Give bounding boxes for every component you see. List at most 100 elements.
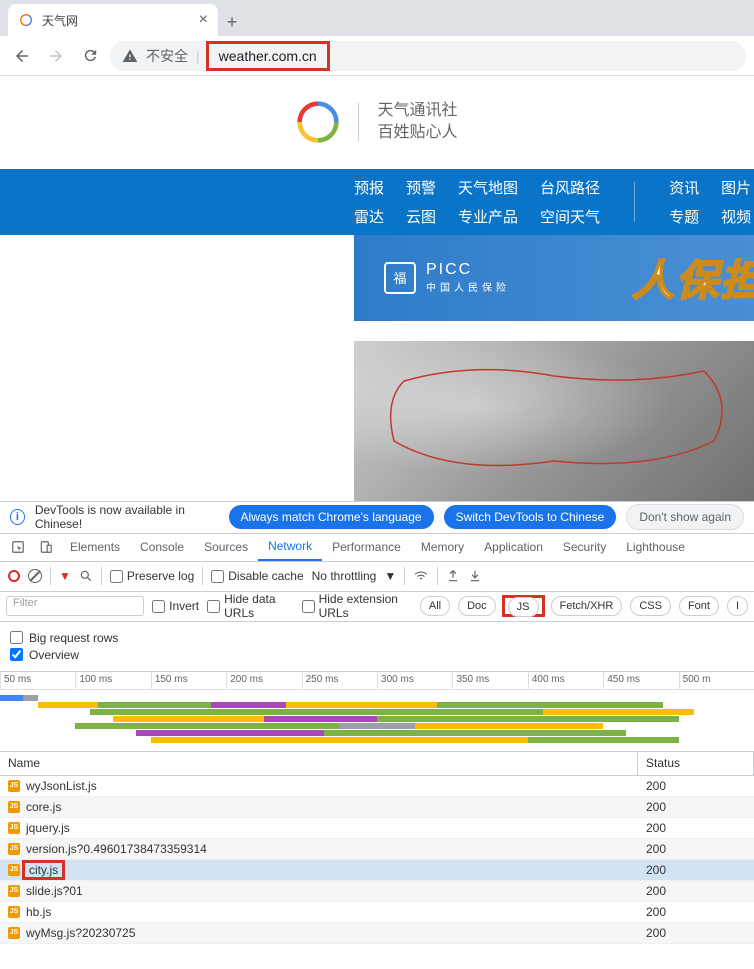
hide-data-urls-checkbox[interactable]: Hide data URLs <box>207 592 293 620</box>
reload-button[interactable] <box>76 42 104 70</box>
nav-link[interactable]: 空间天气 <box>540 206 600 227</box>
inspect-icon[interactable] <box>4 533 32 561</box>
banner-message: DevTools is now available in Chinese! <box>35 503 219 531</box>
hide-ext-urls-checkbox[interactable]: Hide extension URLs <box>302 592 412 620</box>
tab-bar: 天气网 × + <box>0 0 754 36</box>
timeline-tick: 200 ms <box>226 672 301 689</box>
switch-language-button[interactable]: Switch DevTools to Chinese <box>444 505 617 529</box>
table-row[interactable]: JSversion.js?0.49601738473359314200 <box>0 839 754 860</box>
table-row[interactable]: JSjquery.js200 <box>0 818 754 839</box>
col-name[interactable]: Name <box>0 752 638 775</box>
devtools-info-banner: i DevTools is now available in Chinese! … <box>0 502 754 534</box>
nav-link[interactable]: 预警 <box>406 177 436 198</box>
forward-button[interactable] <box>42 42 70 70</box>
download-icon[interactable] <box>468 569 482 583</box>
table-row[interactable]: JShb.js200 <box>0 902 754 923</box>
always-match-button[interactable]: Always match Chrome's language <box>229 505 434 529</box>
search-icon[interactable] <box>79 569 93 583</box>
tagline-1: 天气通讯社 <box>377 100 457 122</box>
nav-link[interactable]: 雷达 <box>354 206 384 227</box>
filter-input[interactable]: Filter <box>6 596 144 616</box>
logo-tagline: 天气通讯社 百姓贴心人 <box>377 100 457 145</box>
tab-network[interactable]: Network <box>258 533 322 561</box>
clear-button[interactable] <box>28 569 42 583</box>
network-options: Big request rows Overview <box>0 622 754 672</box>
table-row[interactable]: JSwyMsg.js?20230725200 <box>0 923 754 944</box>
record-button[interactable] <box>8 570 20 582</box>
nav-link[interactable]: 云图 <box>406 206 436 227</box>
status-code: 200 <box>638 800 666 814</box>
nav-link[interactable]: 视频 <box>721 206 751 227</box>
js-file-icon: JS <box>8 927 20 939</box>
table-row[interactable]: JScity.js200 <box>0 860 754 881</box>
filter-icon[interactable]: ▼ <box>59 569 71 583</box>
tagline-2: 百姓贴心人 <box>377 122 457 144</box>
filter-css[interactable]: CSS <box>630 596 671 616</box>
new-tab-button[interactable]: + <box>218 8 246 36</box>
browser-toolbar: 不安全 | weather.com.cn <box>0 36 754 76</box>
js-file-icon: JS <box>8 822 20 834</box>
back-button[interactable] <box>8 42 36 70</box>
preserve-log-checkbox[interactable]: Preserve log <box>110 569 194 583</box>
upload-icon[interactable] <box>446 569 460 583</box>
file-name: hb.js <box>26 905 51 919</box>
chevron-down-icon[interactable]: ▼ <box>384 569 396 583</box>
network-timeline[interactable]: 50 ms100 ms150 ms200 ms250 ms300 ms350 m… <box>0 672 754 752</box>
big-rows-checkbox[interactable]: Big request rows <box>10 631 744 645</box>
timeline-tick: 50 ms <box>0 672 75 689</box>
filter-font[interactable]: Font <box>679 596 719 616</box>
file-name: version.js?0.49601738473359314 <box>26 842 207 856</box>
nav-link[interactable]: 图片 <box>721 177 751 198</box>
invert-checkbox[interactable]: Invert <box>152 599 199 613</box>
address-bar[interactable]: 不安全 | weather.com.cn <box>110 41 746 71</box>
overview-checkbox[interactable]: Overview <box>10 648 744 662</box>
picc-label-cn: 中国人民保险 <box>426 279 510 294</box>
tab-lighthouse[interactable]: Lighthouse <box>616 533 695 561</box>
tab-application[interactable]: Application <box>474 533 553 561</box>
table-row[interactable]: JSslide.js?01200 <box>0 881 754 902</box>
filter-img[interactable]: I <box>727 596 748 616</box>
table-row[interactable]: JSwyJsonList.js200 <box>0 776 754 797</box>
ad-banner[interactable]: 福 PICC 中国人民保险 人保担 <box>354 235 754 321</box>
timeline-tick: 400 ms <box>528 672 603 689</box>
col-status[interactable]: Status <box>638 752 754 775</box>
file-name: wyMsg.js?20230725 <box>26 926 135 940</box>
nav-link[interactable]: 专题 <box>669 206 699 227</box>
js-file-icon: JS <box>8 801 20 813</box>
tab-performance[interactable]: Performance <box>322 533 411 561</box>
timeline-tick: 350 ms <box>452 672 527 689</box>
table-row[interactable]: JScore.js200 <box>0 797 754 818</box>
nav-link[interactable]: 资讯 <box>669 177 699 198</box>
tab-console[interactable]: Console <box>130 533 194 561</box>
logo-icon <box>296 100 340 144</box>
file-name: jquery.js <box>26 821 70 835</box>
nav-link[interactable]: 预报 <box>354 177 384 198</box>
security-label: 不安全 <box>146 46 188 66</box>
picc-logo-icon: 福 <box>384 262 416 294</box>
nav-link[interactable]: 台风路径 <box>540 177 600 198</box>
banner-headline: 人保担 <box>632 247 754 308</box>
disable-cache-checkbox[interactable]: Disable cache <box>211 569 303 583</box>
device-icon[interactable] <box>32 533 60 561</box>
tab-memory[interactable]: Memory <box>411 533 474 561</box>
weather-map[interactable] <box>354 341 754 501</box>
filter-doc[interactable]: Doc <box>458 596 496 616</box>
close-icon[interactable]: × <box>199 11 208 29</box>
nav-link[interactable]: 天气地图 <box>458 177 518 198</box>
wifi-icon[interactable] <box>413 569 429 583</box>
filter-js[interactable]: JS <box>508 597 539 617</box>
nav-link[interactable]: 专业产品 <box>458 206 518 227</box>
timeline-tick: 500 m <box>679 672 754 689</box>
dont-show-button[interactable]: Don't show again <box>626 504 744 530</box>
info-icon: i <box>10 509 25 525</box>
throttling-select[interactable]: No throttling <box>312 569 377 583</box>
browser-tab[interactable]: 天气网 × <box>8 4 218 36</box>
tab-sources[interactable]: Sources <box>194 533 258 561</box>
devtools-tabs: Elements Console Sources Network Perform… <box>0 534 754 562</box>
js-file-icon: JS <box>8 864 20 876</box>
filter-all[interactable]: All <box>420 596 450 616</box>
filter-fetch[interactable]: Fetch/XHR <box>551 596 623 616</box>
js-file-icon: JS <box>8 843 20 855</box>
tab-security[interactable]: Security <box>553 533 616 561</box>
tab-elements[interactable]: Elements <box>60 533 130 561</box>
